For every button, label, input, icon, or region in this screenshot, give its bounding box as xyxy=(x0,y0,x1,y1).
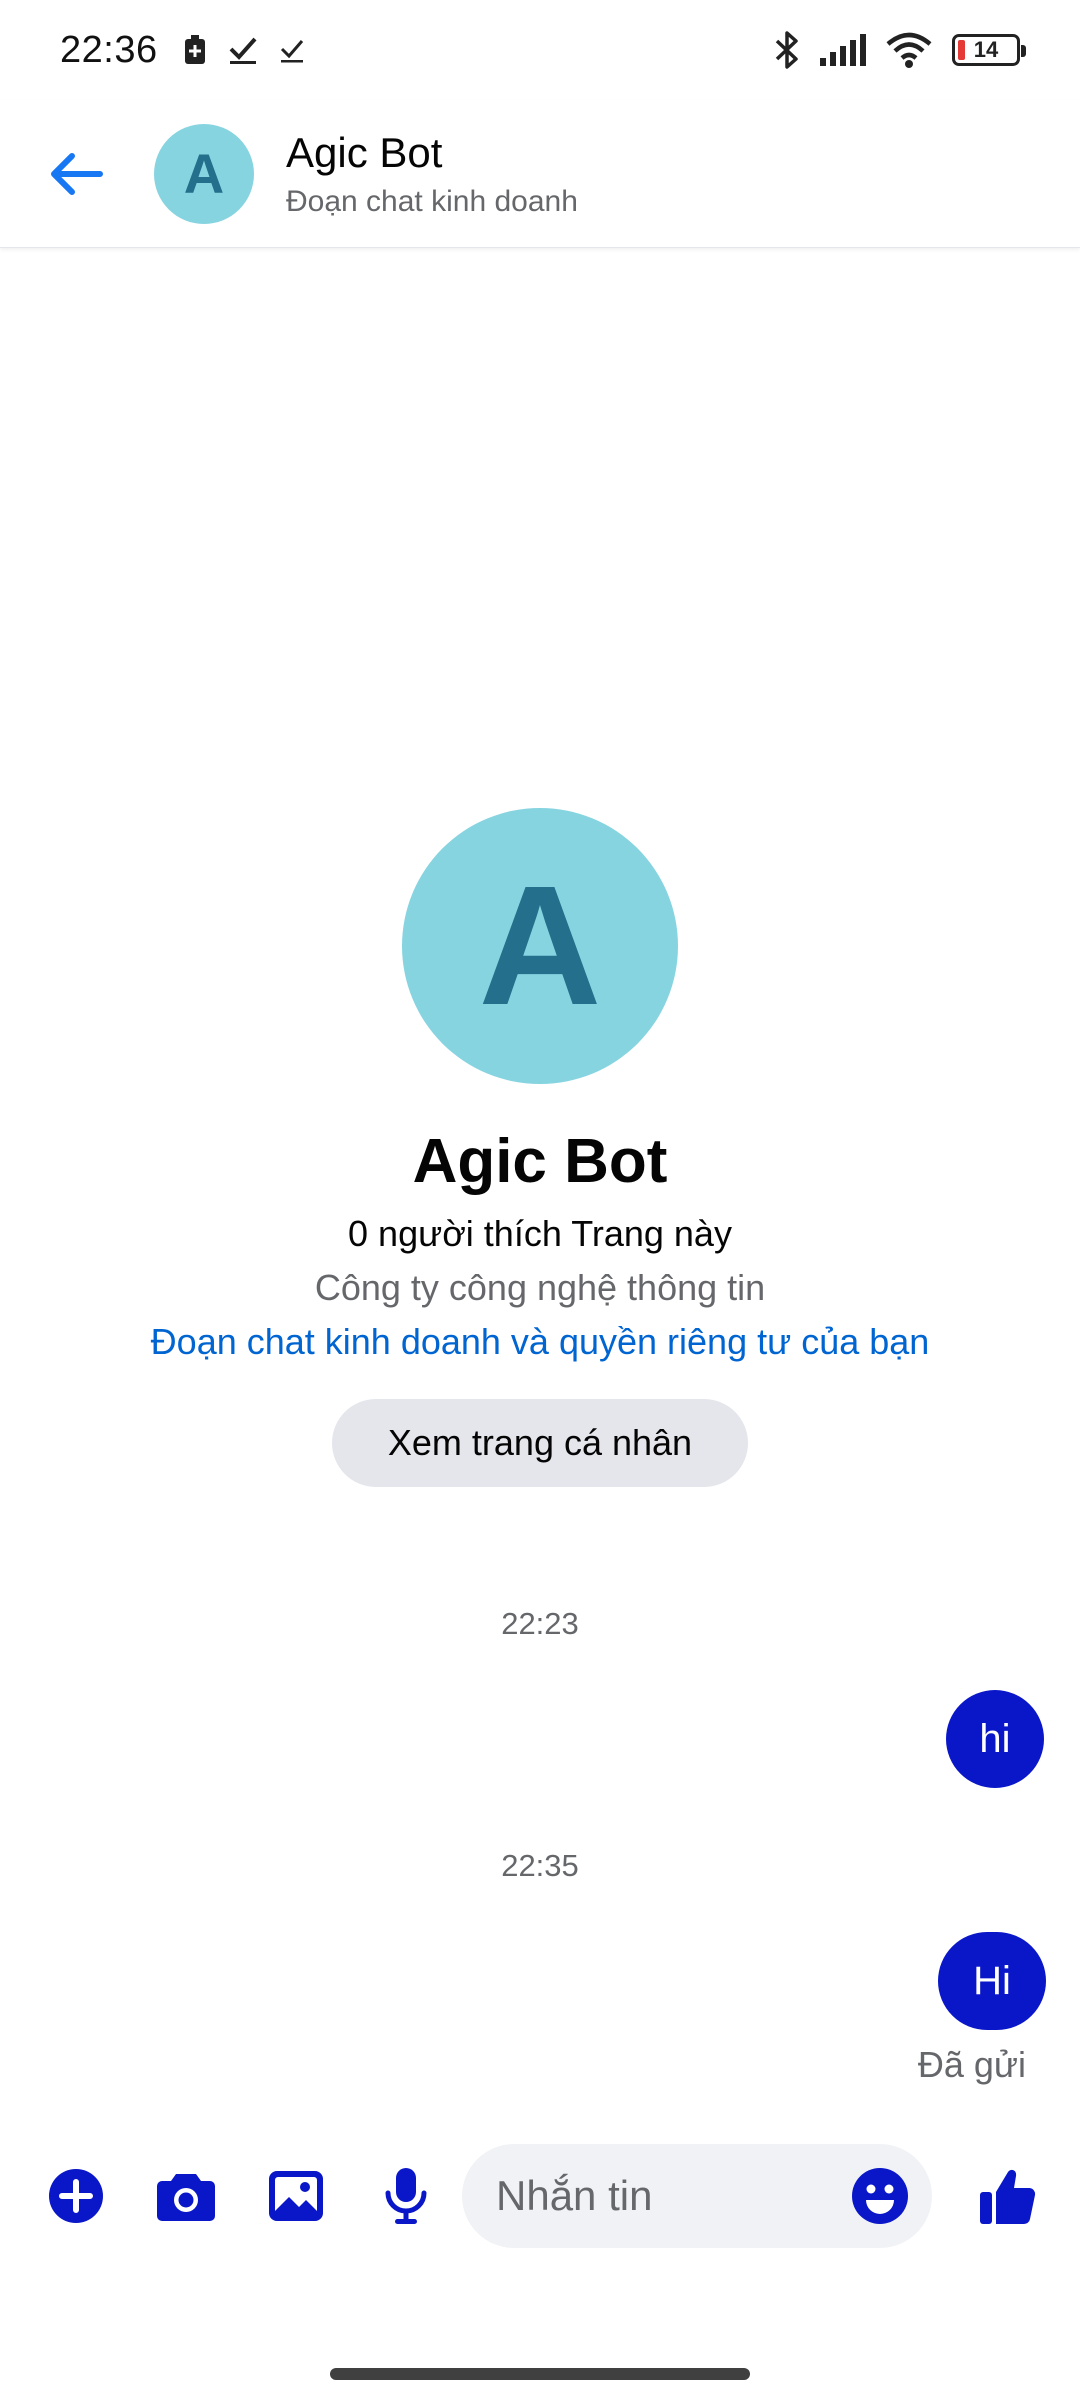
header-info[interactable]: Agic Bot Đoạn chat kinh doanh xyxy=(286,129,578,219)
gallery-button[interactable] xyxy=(254,2154,338,2238)
battery-level: 14 xyxy=(973,37,999,62)
privacy-link[interactable]: Đoạn chat kinh doanh và quyền riêng tư c… xyxy=(151,1321,930,1363)
status-time: 22:36 xyxy=(60,28,158,71)
check-icon xyxy=(229,37,257,64)
chat-header: A Agic Bot Đoạn chat kinh doanh xyxy=(0,100,1080,248)
message-bubble-sent[interactable]: hi xyxy=(946,1690,1044,1788)
profile-avatar-letter: A xyxy=(478,851,602,1041)
chat-subtitle: Đoạn chat kinh doanh xyxy=(286,184,578,218)
header-avatar-letter: A xyxy=(183,142,225,205)
home-indicator[interactable] xyxy=(330,2368,750,2380)
camera-icon xyxy=(157,2174,215,2221)
plus-button[interactable] xyxy=(34,2154,118,2238)
chat-screen: 22:36 14 A Agic Bot Đoạn chat kinh doanh… xyxy=(0,0,1080,2400)
back-button[interactable] xyxy=(38,136,114,212)
message-composer xyxy=(0,2144,1080,2248)
profile-avatar: A xyxy=(402,808,678,1084)
view-profile-button[interactable]: Xem trang cá nhân xyxy=(332,1399,748,1487)
profile-name: Agic Bot xyxy=(412,1127,668,1196)
message-timestamp: 22:35 xyxy=(501,1848,579,1883)
notification-icons xyxy=(184,35,304,65)
check-icon xyxy=(280,40,303,63)
battery-saver-icon xyxy=(184,35,205,64)
emoji-icon[interactable] xyxy=(850,2166,910,2226)
wifi-icon xyxy=(886,32,932,68)
bluetooth-icon xyxy=(775,31,798,69)
message-timestamp: 22:23 xyxy=(501,1606,579,1641)
chat-title: Agic Bot xyxy=(286,128,443,176)
voice-button[interactable] xyxy=(364,2154,448,2238)
back-arrow-icon xyxy=(51,152,103,195)
sent-status: Đã gửi xyxy=(917,2044,1026,2085)
page-profile-card: A Agic Bot 0 người thích Trang này Công … xyxy=(0,808,1080,1487)
profile-likes: 0 người thích Trang này xyxy=(348,1213,732,1254)
message-input[interactable] xyxy=(496,2144,836,2248)
thumbs-up-icon xyxy=(980,2169,1036,2225)
plus-icon xyxy=(49,2169,103,2223)
image-icon xyxy=(269,2171,323,2221)
battery-icon: 14 xyxy=(952,34,1026,66)
message-bubble-sent[interactable]: Hi xyxy=(938,1932,1046,2030)
system-icons: 14 xyxy=(774,30,1026,70)
camera-button[interactable] xyxy=(144,2154,228,2238)
signal-icon xyxy=(820,34,866,66)
like-button[interactable] xyxy=(966,2154,1050,2238)
header-avatar[interactable]: A xyxy=(154,123,254,224)
profile-category: Công ty công nghệ thông tin xyxy=(314,1267,766,1308)
status-bar: 22:36 14 xyxy=(0,0,1080,100)
mic-icon xyxy=(385,2168,427,2224)
message-input-container[interactable] xyxy=(462,2144,932,2248)
